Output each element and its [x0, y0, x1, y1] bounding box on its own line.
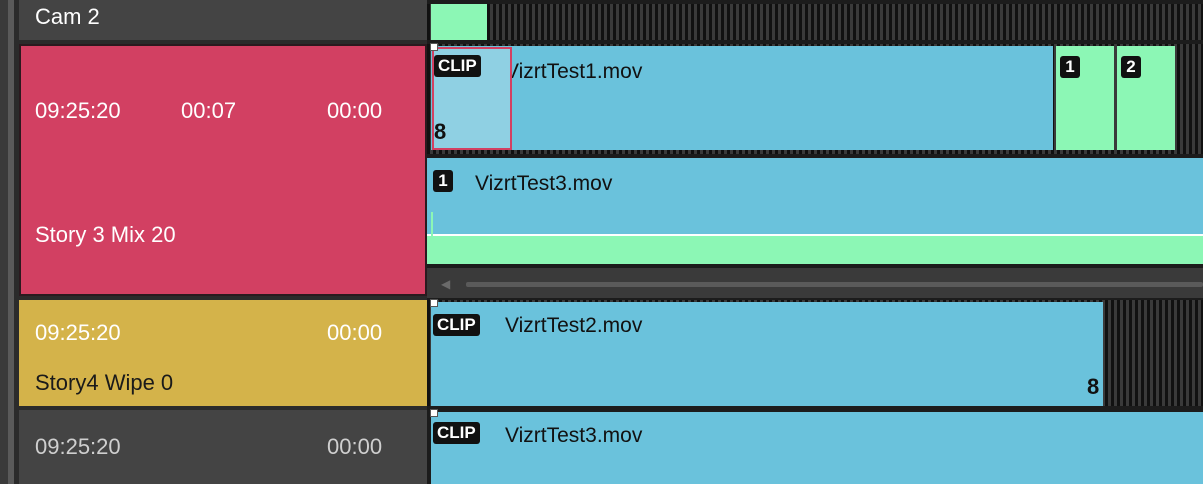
clip-handle[interactable]	[430, 299, 438, 307]
story-time: 09:25:20	[35, 320, 121, 345]
transition-segment-2[interactable]: 2	[1117, 46, 1175, 150]
transition-segment-1[interactable]: 1	[1056, 46, 1114, 150]
green-tick	[431, 212, 433, 236]
clip-handle[interactable]	[430, 43, 438, 51]
clip-name: VizrtTest1.mov	[505, 60, 643, 83]
scroll-left-icon[interactable]: ◀	[441, 277, 450, 291]
story-label: Cam 2	[35, 4, 100, 29]
loop-icon: 8	[434, 119, 447, 144]
green-bar	[427, 236, 1203, 264]
loop-icon: 8	[1087, 374, 1100, 399]
story-time: 09:25:20	[35, 434, 121, 459]
story-time: 09:25:20	[35, 98, 121, 123]
selection-marker[interactable]: CLIP 8	[432, 47, 512, 150]
cam2-green-segment[interactable]	[431, 4, 487, 40]
story-duration: 00:07	[181, 98, 237, 123]
scrollbar-thumb[interactable]	[466, 282, 1203, 287]
clip-name: VizrtTest2.mov	[505, 314, 643, 337]
clip-badge: CLIP	[433, 422, 480, 444]
clip-badge: CLIP	[434, 55, 481, 77]
clip-vizrttest1[interactable]: VizrtTest1.mov	[431, 46, 1053, 150]
left-rail-edge	[8, 0, 14, 484]
clip-name: VizrtTest3.mov	[475, 172, 613, 195]
story-label: Story4 Wipe 0	[35, 370, 174, 395]
marker-badge: 1	[1060, 56, 1080, 78]
story-offset: 00:00	[327, 320, 383, 345]
story-row-story3[interactable]: 09:25:20 00:07 00:00 Story 3 Mix 20	[19, 44, 427, 296]
clip-vizrttest3-overlay[interactable]: 1 VizrtTest3.mov	[427, 158, 1203, 236]
story-offset: 00:00	[327, 434, 383, 459]
story-row-story4[interactable]: 09:25:20 00:00 Story4 Wipe 0	[19, 300, 427, 406]
story-row-5[interactable]: 09:25:20 00:00	[19, 410, 427, 484]
clip-vizrttest2[interactable]: CLIP VizrtTest2.mov 8	[431, 302, 1103, 406]
clip-number-badge: 1	[433, 170, 453, 192]
story-row-cam2[interactable]: Cam 2	[19, 0, 427, 40]
clip-name: VizrtTest3.mov	[505, 424, 643, 447]
clip-badge: CLIP	[433, 314, 480, 336]
marker-badge: 2	[1121, 56, 1141, 78]
cam2-track	[427, 4, 1203, 40]
clip-handle[interactable]	[430, 409, 438, 417]
story-label: Story 3 Mix 20	[35, 222, 176, 247]
clip-vizrttest3[interactable]: CLIP VizrtTest3.mov	[431, 412, 1203, 484]
story-offset: 00:00	[327, 98, 383, 123]
